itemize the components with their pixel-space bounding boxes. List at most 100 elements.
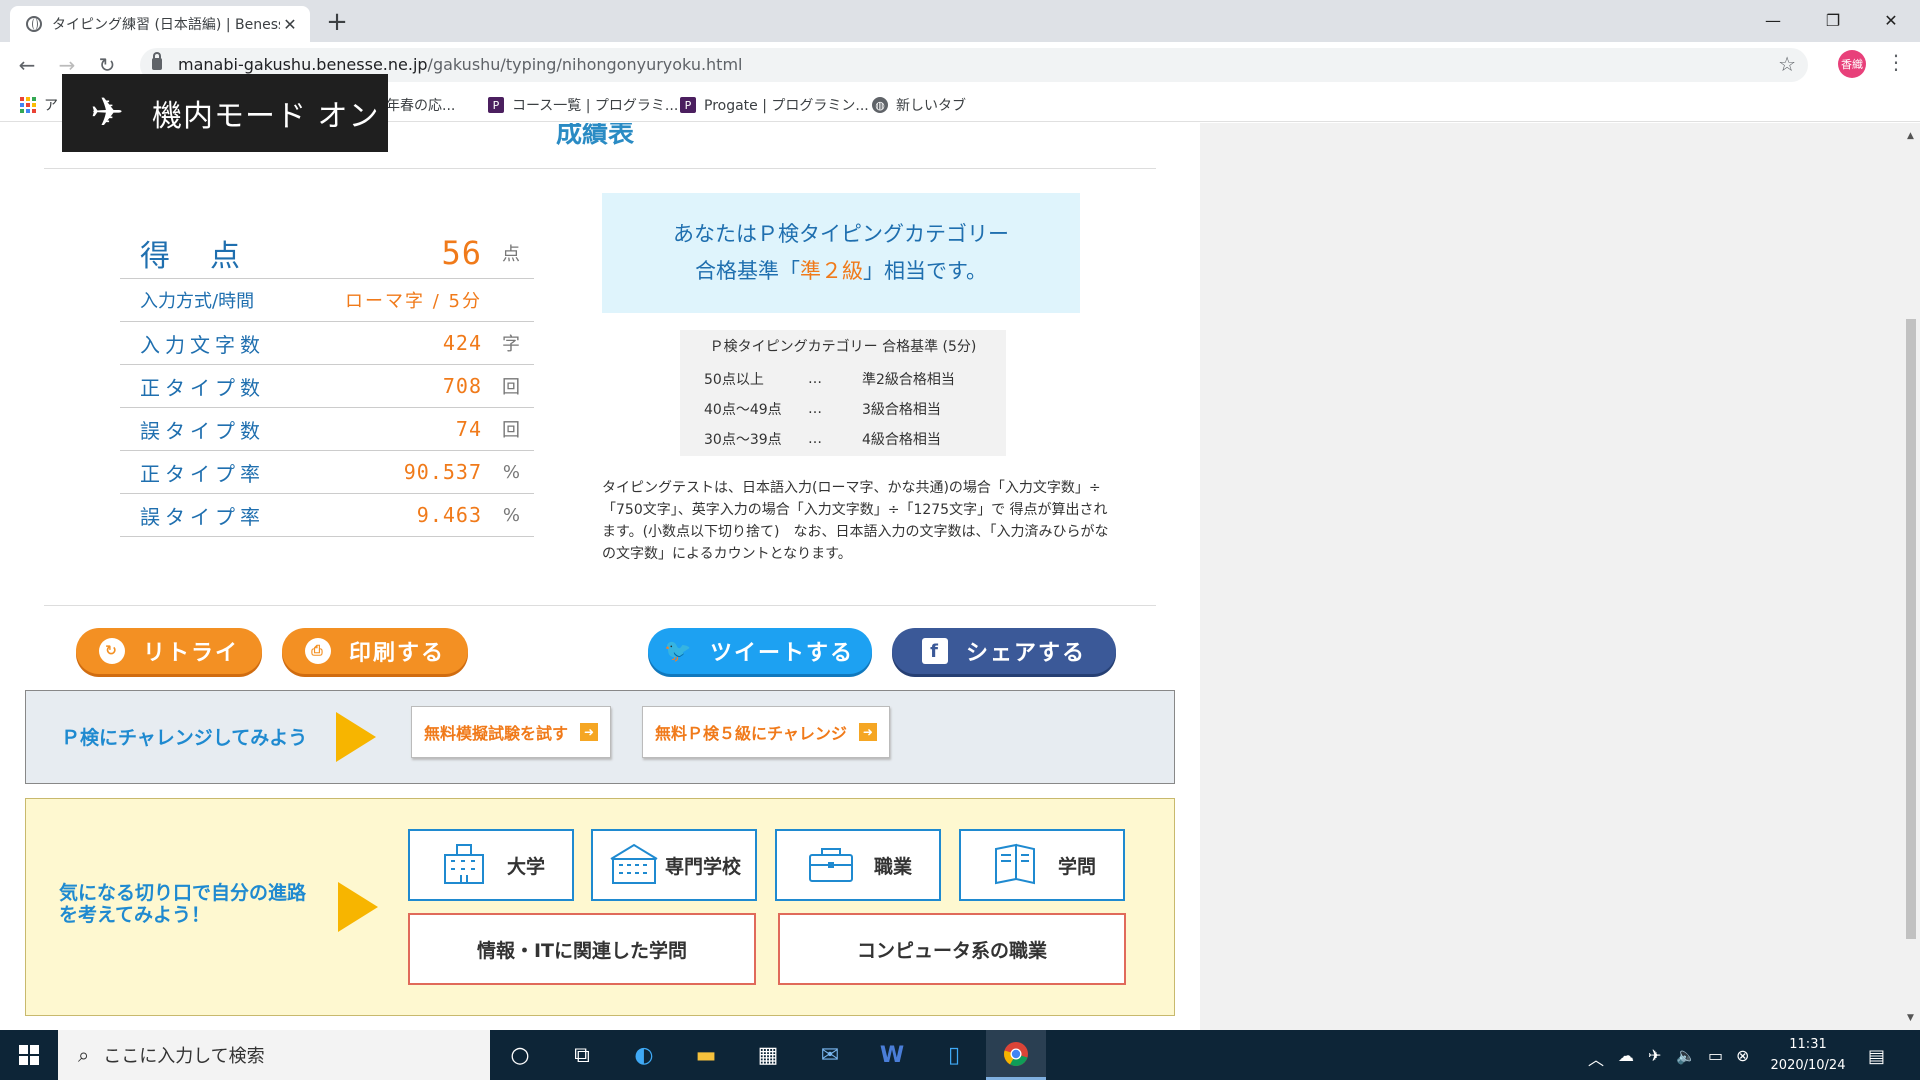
scroll-down-icon[interactable]: ▼ — [1907, 1013, 1914, 1023]
mail-icon[interactable]: ✉ — [800, 1030, 860, 1080]
result-grade: 準２級 — [800, 259, 864, 283]
windows-taskbar: ⌕ ここに入力して検索 ○ ⧉ ◐ ▬ ▦ ✉ W ▯ ︿ ☁ ✈ 🔈 ▭ ⊗ … — [0, 1030, 1920, 1080]
score-label: 正タイプ率 — [140, 461, 265, 486]
airplane-mode-tray-icon[interactable]: ✈ — [1648, 1046, 1661, 1065]
bookmark-item[interactable]: 年春の応... — [386, 95, 455, 115]
edge-icon[interactable]: ◐ — [614, 1030, 674, 1080]
facebook-icon: f — [921, 638, 948, 664]
briefcase-icon — [804, 841, 858, 890]
score-row: 正タイプ率 90.537 % — [120, 451, 534, 494]
search-placeholder: ここに入力して検索 — [103, 1046, 265, 1067]
phone-icon[interactable]: ▯ — [924, 1030, 984, 1080]
taskbar-search-box[interactable]: ⌕ ここに入力して検索 — [58, 1030, 490, 1080]
score-row: 誤タイプ率 9.463 % — [120, 494, 534, 537]
score-unit: 回 — [502, 420, 520, 441]
battery-icon[interactable]: ▭ — [1708, 1046, 1723, 1065]
vertical-scrollbar[interactable]: ▲ ▼ — [1902, 123, 1920, 1030]
arrow-right-icon — [338, 882, 378, 932]
scrollbar-thumb[interactable] — [1906, 319, 1916, 939]
score-label: 正タイプ数 — [140, 375, 265, 400]
retry-label: リトライ — [142, 641, 239, 666]
score-row: 正タイプ数 708 回 — [120, 365, 534, 408]
score-label: 誤タイプ率 — [140, 504, 265, 529]
category-label: 職業 — [873, 855, 912, 878]
bookmark-course-list[interactable]: P コース一覧 | プログラミ... — [488, 95, 678, 115]
lock-icon[interactable] — [152, 52, 162, 70]
file-explorer-icon[interactable]: ▬ — [676, 1030, 736, 1080]
cortana-icon[interactable]: ○ — [490, 1030, 550, 1080]
profile-avatar[interactable]: 香織 — [1838, 50, 1866, 78]
retry-button[interactable]: ↻ リトライ — [76, 628, 262, 674]
bookmark-new-tab[interactable]: ◍ 新しいタブ — [872, 95, 966, 115]
browser-tab[interactable]: タイピング練習 (日本語編) | Benesse ✕ — [10, 6, 310, 42]
tweet-label: ツイートする — [709, 641, 854, 666]
back-icon[interactable]: ← — [12, 50, 42, 80]
close-tab-icon[interactable]: ✕ — [280, 15, 300, 34]
scroll-up-icon[interactable]: ▲ — [1907, 131, 1914, 141]
score-table: 得点 56 点 入力方式/時間 ローマ字 / 5分 入力文字数 424 字 正タ… — [120, 227, 534, 537]
chrome-icon[interactable] — [986, 1030, 1046, 1080]
criteria-table: Ｐ検タイピングカテゴリー 合格基準 (5分) 50点以上… 準2級合格相当 40点… — [680, 330, 1006, 456]
url-text[interactable]: manabi-gakushu.benesse.ne.jp/gakushu/typ… — [178, 55, 742, 74]
minimize-button[interactable]: — — [1744, 0, 1802, 40]
onedrive-icon[interactable]: ☁ — [1618, 1046, 1634, 1065]
printer-icon: ⎙ — [304, 638, 331, 664]
bookmark-progate[interactable]: P Progate | プログラミン... — [680, 95, 869, 115]
store-icon[interactable]: ▦ — [738, 1030, 798, 1080]
go-arrow-icon: ➜ — [580, 723, 599, 741]
word-icon[interactable]: W — [862, 1030, 922, 1080]
bookmark-star-icon[interactable]: ☆ — [1778, 52, 1796, 76]
bookmark-apps[interactable]: ア — [20, 95, 58, 115]
free-mock-exam-button[interactable]: 無料模擬試験を試す ➜ — [411, 706, 612, 758]
career-text: 気になる切り口で自分の進路 を考えてみよう！ — [59, 882, 307, 926]
criteria-row: 30点～39点… 4級合格相当 — [704, 431, 941, 448]
score-unit: 回 — [502, 377, 520, 398]
score-row-points: 得点 56 点 — [120, 227, 534, 279]
scoring-note: タイピングテストは、日本語入力(ローマ字、かな共通)の場合「入力文字数」÷「75… — [602, 480, 1109, 562]
airplane-mode-toast: ✈ 機内モード オン — [62, 74, 388, 152]
score-value: 90.537 — [403, 460, 482, 484]
free-grade5-challenge-button[interactable]: 無料Ｐ検５級にチャレンジ ➜ — [642, 706, 890, 758]
score-row: 誤タイプ数 74 回 — [120, 408, 534, 451]
system-clock[interactable]: 11:31 2020/10/24 — [1768, 1034, 1848, 1076]
print-label: 印刷する — [348, 641, 445, 666]
progate-icon: P — [488, 97, 504, 113]
it-academics-link-button[interactable]: 情報・ITに関連した学問 — [408, 913, 756, 985]
new-tab-button[interactable]: + — [322, 8, 352, 36]
print-button[interactable]: ⎙ 印刷する — [282, 628, 468, 674]
share-button[interactable]: f シェアする — [892, 628, 1116, 674]
category-vocational-school-button[interactable]: 専門学校 — [591, 829, 757, 901]
tray-overflow-icon[interactable]: ︿ — [1588, 1046, 1604, 1070]
retry-icon: ↻ — [98, 638, 125, 664]
task-view-icon[interactable]: ⧉ — [552, 1030, 612, 1080]
criteria-row: 50点以上… 準2級合格相当 — [704, 371, 955, 388]
page-title: 成績表 — [556, 123, 635, 149]
score-row-mode: 入力方式/時間 ローマ字 / 5分 — [120, 279, 534, 322]
notifications-icon[interactable]: ▤ — [1868, 1046, 1885, 1067]
bookmark-label: Progate | プログラミン... — [704, 98, 869, 114]
divider — [44, 168, 1156, 169]
close-window-button[interactable]: ✕ — [1862, 0, 1920, 40]
twitter-bird-icon: 🐦 — [664, 638, 694, 664]
category-university-button[interactable]: 大学 — [408, 829, 574, 901]
category-occupation-button[interactable]: 職業 — [775, 829, 941, 901]
volume-icon[interactable]: 🔈 — [1676, 1046, 1696, 1065]
category-academics-button[interactable]: 学問 — [959, 829, 1125, 901]
link-label: コンピュータ系の職業 — [856, 939, 1047, 962]
browser-menu-icon[interactable]: ⋮ — [1886, 50, 1906, 74]
school-building-icon — [607, 841, 661, 890]
computer-jobs-link-button[interactable]: コンピュータ系の職業 — [778, 913, 1126, 985]
career-explore-box: 気になる切り口で自分の進路 を考えてみよう！ 大学 専門学校 職業 学問 情報・… — [25, 798, 1175, 1016]
page-background — [1200, 123, 1902, 1030]
start-button[interactable] — [0, 1030, 58, 1080]
score-label: 入力文字数 — [140, 332, 265, 357]
share-label: シェアする — [965, 641, 1086, 666]
challenge-text: Ｐ検にチャレンジしてみよう — [61, 727, 308, 749]
globe-icon: ◍ — [872, 97, 888, 113]
link-label: 情報・ITに関連した学問 — [476, 939, 688, 962]
restore-button[interactable]: ❐ — [1804, 0, 1862, 40]
address-bar[interactable]: manabi-gakushu.benesse.ne.jp/gakushu/typ… — [140, 48, 1808, 82]
score-unit: 点 — [502, 243, 520, 265]
network-icon[interactable]: ⊗ — [1736, 1046, 1749, 1065]
tweet-button[interactable]: 🐦 ツイートする — [648, 628, 872, 674]
